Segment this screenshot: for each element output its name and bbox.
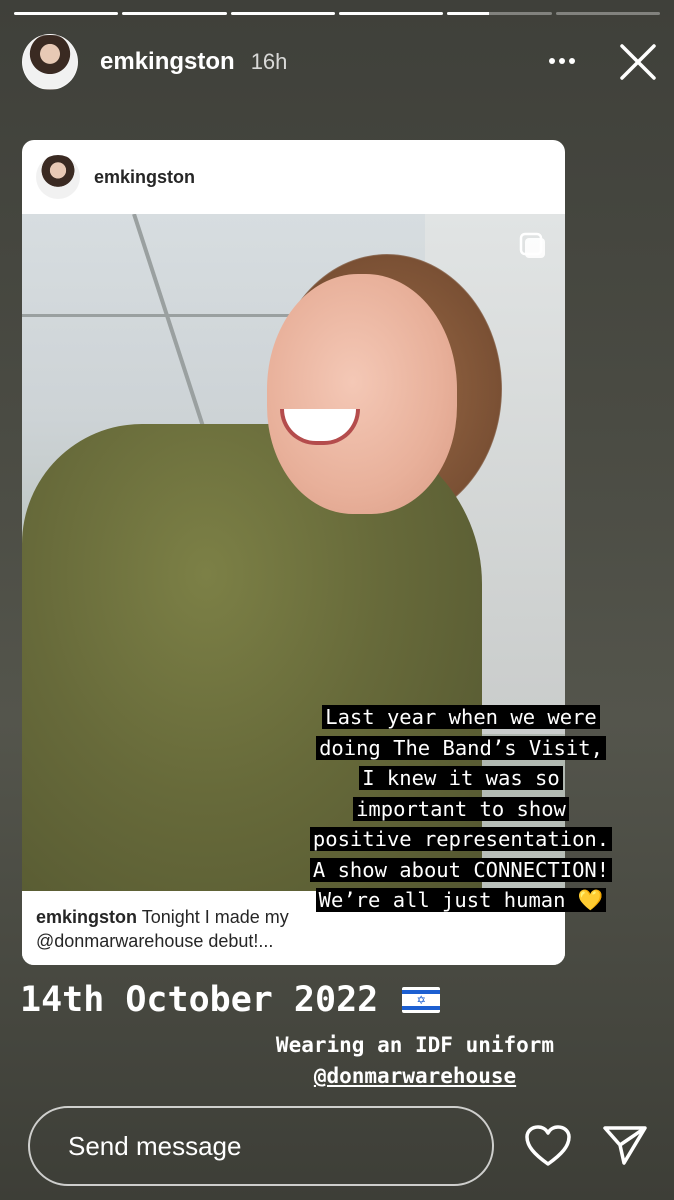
caption-username: emkingston	[36, 907, 138, 927]
story-username[interactable]: emkingston	[100, 48, 235, 76]
story-header: emkingston 16h	[22, 32, 660, 92]
mention-link[interactable]: @donmarwarehouse	[240, 1061, 590, 1092]
caption-line2: @donmarwarehouse debut!...	[36, 931, 274, 951]
shared-post-header: emkingston	[22, 140, 565, 214]
ceiling-frame	[132, 214, 207, 434]
shared-post-avatar	[36, 155, 80, 199]
story-text-overlay: Last year when we were doing The Band’s …	[262, 702, 660, 916]
date-label: 14th October 2022	[20, 980, 379, 1020]
sub-caption: Wearing an IDF uniform @donmarwarehouse	[240, 1030, 590, 1092]
face	[267, 274, 457, 514]
multiple-photos-icon	[519, 232, 545, 258]
story-timestamp: 16h	[250, 49, 288, 74]
more-horizontal-icon[interactable]	[542, 46, 582, 76]
progress-segment	[555, 12, 660, 15]
progress-segment	[14, 12, 119, 15]
progress-segment	[338, 12, 444, 15]
israel-flag-icon: ✡	[402, 987, 441, 1013]
overlay-line: Last year when we were	[322, 705, 600, 729]
overlay-line: A show about CONNECTION!	[309, 857, 613, 882]
close-icon[interactable]	[618, 42, 658, 82]
avatar[interactable]	[22, 34, 78, 90]
heart-icon[interactable]	[524, 1124, 572, 1168]
send-message-input[interactable]: Send message	[28, 1106, 494, 1186]
overlay-line: important to show	[353, 796, 569, 821]
progress-segment-current	[447, 12, 552, 15]
progress-segment	[122, 12, 227, 15]
send-icon[interactable]	[602, 1124, 648, 1166]
overlay-line: I knew it was so	[359, 766, 563, 790]
shared-post-username: emkingston	[94, 166, 196, 187]
progress-segment	[230, 12, 335, 15]
send-message-placeholder: Send message	[68, 1130, 242, 1161]
overlay-line: doing The Band’s Visit,	[316, 735, 606, 760]
date-text: 14th October 2022 ✡	[20, 980, 441, 1020]
story-progress-bar	[14, 12, 660, 16]
overlay-line: positive representation.	[309, 827, 613, 851]
sub-caption-line: Wearing an IDF uniform	[275, 1033, 555, 1057]
overlay-line: We’re all just human 💛	[315, 888, 607, 912]
